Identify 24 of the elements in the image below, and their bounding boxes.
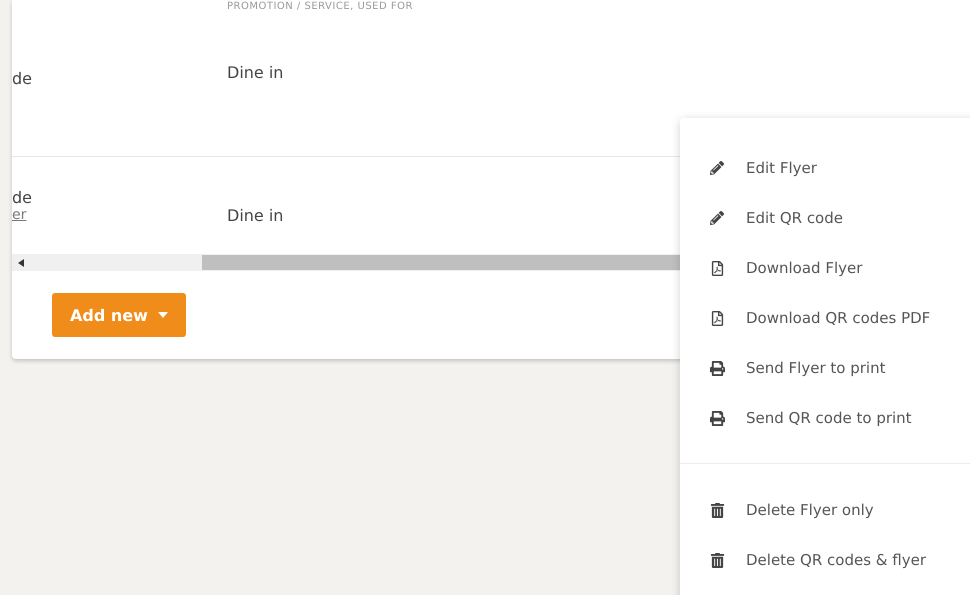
printer-icon <box>709 410 725 426</box>
menu-item[interactable]: Edit QR code <box>680 193 970 243</box>
trash-icon <box>709 502 725 518</box>
table-cell-text: de <box>12 188 33 207</box>
column-header-text: PROMOTION / SERVICE, USED FOR <box>227 1 413 12</box>
menu-item[interactable]: Send QR code to print <box>680 393 970 443</box>
printer-icon <box>709 360 725 376</box>
link[interactable]: er <box>12 207 227 223</box>
left-arrow-icon[interactable] <box>18 258 24 266</box>
menu-item[interactable]: Download QR codes PDF <box>680 293 970 343</box>
pdf-file-icon <box>709 260 725 276</box>
menu-item[interactable]: Download Flyer <box>680 243 970 293</box>
menu-item[interactable]: Edit Flyer <box>680 143 970 193</box>
pdf-file-icon <box>709 310 725 326</box>
menu-item[interactable]: Delete Flyer only <box>680 485 970 535</box>
table-cell: Dine in <box>227 62 284 82</box>
trash-icon <box>709 552 725 568</box>
table-cell: Dine in <box>227 206 284 225</box>
table-cell-text: de <box>12 68 33 88</box>
menu-item[interactable]: Delete QR codes & flyer <box>680 535 970 585</box>
caret-icon <box>158 312 168 318</box>
pencil-icon <box>709 211 725 225</box>
menu-item[interactable]: Send Flyer to print <box>680 343 970 393</box>
pencil-icon <box>709 161 725 175</box>
